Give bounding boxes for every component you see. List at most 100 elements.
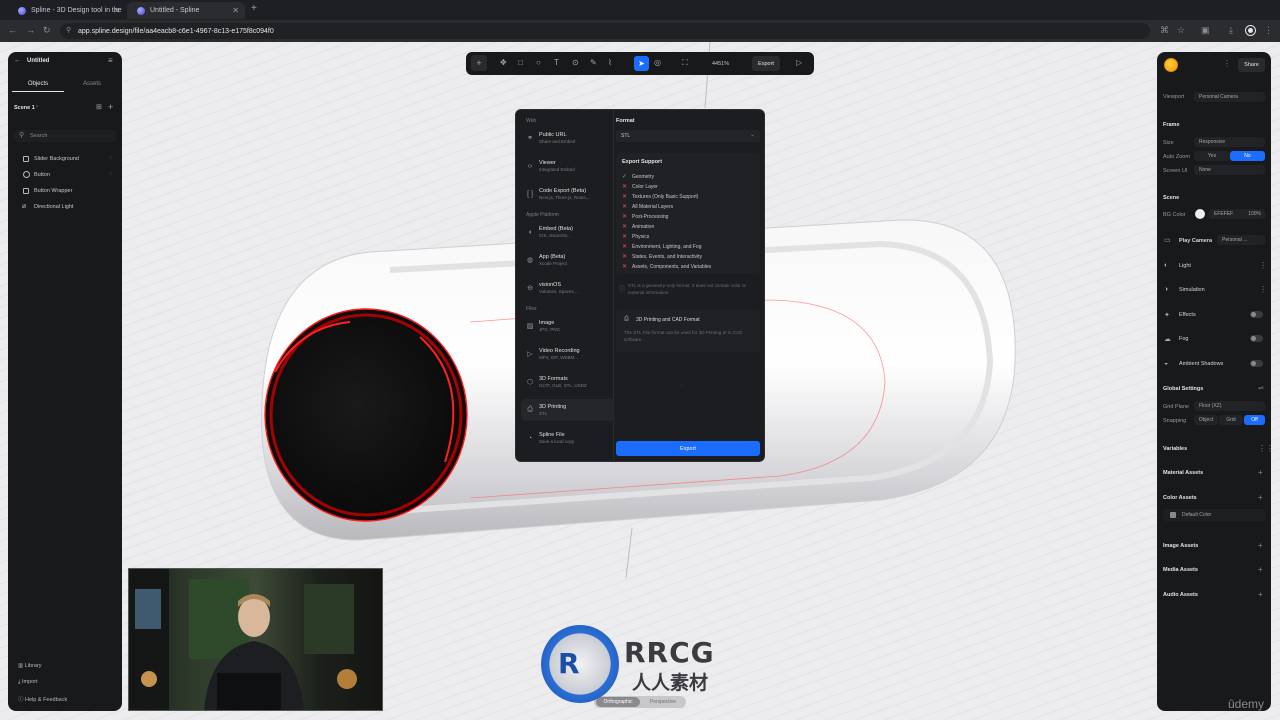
section-material-assets[interactable]: Material Assets [1163,470,1203,476]
export-option-image[interactable]: ▨ Image JPG, PNG [521,315,614,337]
toggle-fog[interactable] [1250,335,1263,342]
object-row-button[interactable]: Button ◌ [20,170,116,180]
share-button[interactable]: Share [1238,58,1265,72]
section-image-assets[interactable]: Image Assets [1163,543,1198,549]
size-select[interactable]: Responsive [1194,137,1265,147]
add-icon[interactable]: + [1258,590,1263,599]
back-arrow-icon[interactable]: ← [14,57,21,64]
bg-color-swatch[interactable] [1195,209,1205,219]
play-icon[interactable]: ▷ [796,58,802,67]
download-icon[interactable]: ⤓ [1229,25,1233,36]
bookmark-star-icon[interactable]: ☆ [1177,25,1185,36]
more-options-icon[interactable]: ⋮ [1223,59,1231,68]
select-tool-icon[interactable]: ➤ [634,56,649,71]
url-input[interactable]: ⚲ app.spline.design/file/aa4eacb8-c6e1-4… [60,23,1150,39]
scene-row-fog[interactable]: Fog [1179,336,1188,342]
export-option-3d-printing[interactable]: ⎙ 3D Printing STL [521,399,614,421]
add-icon[interactable]: + [1258,565,1263,574]
menu-icon[interactable]: ≡ [108,56,113,65]
user-avatar[interactable] [1164,58,1178,72]
default-color-item[interactable]: Default Color [1163,509,1265,521]
import-link[interactable]: ⤓ Import [18,679,38,686]
text-tool-icon[interactable]: T [554,58,559,67]
comment-tool-icon[interactable]: ◎ [654,58,661,67]
help-link[interactable]: ⓘ Help & Feedback [18,695,67,703]
grid-plane-select[interactable]: Floor (XZ) [1194,401,1265,411]
scene-selector[interactable]: Scene 1 [14,105,35,111]
pen-tool-icon[interactable]: ✎ [590,58,597,67]
zoom-level[interactable]: 4451% [712,61,729,67]
file-title[interactable]: Untitled [27,58,49,64]
section-media-assets[interactable]: Media Assets [1163,567,1198,573]
library-link[interactable]: ▥ Library [18,663,42,669]
extensions-icon[interactable]: ▣ [1201,25,1210,36]
profile-avatar[interactable] [1245,25,1256,36]
button-disc[interactable] [264,308,468,522]
scene-row-ambient-shadows[interactable]: Ambient Shadows [1179,361,1223,367]
reload-icon[interactable]: ↻ [43,25,51,36]
new-tab-icon[interactable]: + [251,3,257,14]
search-input[interactable]: ⚲ Search [14,130,116,142]
screen-ui-select[interactable]: None [1194,165,1265,175]
export-option-video[interactable]: ▷ Video Recording MP4, GIF, WEBM... [521,343,614,365]
browser-tab-untitled[interactable]: Untitled - Spline ✕ [127,2,245,19]
site-info-icon[interactable]: ⚲ [66,26,71,34]
close-tab-icon[interactable]: ✕ [232,6,239,15]
tab-assets[interactable]: Assets [66,76,118,92]
scene-row-effects[interactable]: Effects [1179,312,1196,318]
export-option-public-url[interactable]: ⚭ Public URL Share and Embed [521,127,614,149]
visibility-icon[interactable]: ◌ [109,171,113,177]
section-variables[interactable]: Variables [1163,446,1187,452]
back-icon[interactable]: ← [8,25,17,35]
section-color-assets[interactable]: Color Assets [1163,495,1197,501]
grid-view-icon[interactable]: ⊞ [96,103,102,111]
export-confirm-button[interactable]: Export [616,441,760,456]
viewport-select[interactable]: Personal Camera [1194,92,1265,102]
shape-tool-icon[interactable]: ⌇ [608,58,612,67]
toggle-effects[interactable] [1250,311,1263,318]
component-tool-icon[interactable]: ⊙ [572,58,579,67]
expand-icon[interactable]: ⋮ [1259,285,1267,294]
section-audio-assets[interactable]: Audio Assets [1163,592,1198,598]
export-option-embed[interactable]: ◖ Embed (Beta) iOS, visionOS... [521,221,614,243]
snapping-off[interactable]: Off [1244,415,1265,425]
toggle-ambient-shadows[interactable] [1250,360,1263,367]
add-icon[interactable]: + [1258,541,1263,550]
add-scene-icon[interactable]: + [108,102,113,112]
format-select[interactable]: STL ⌄ [616,130,760,142]
export-option-app[interactable]: ◍ App (Beta) Xcode Project [521,249,614,271]
autozoom-yes[interactable]: Yes [1194,151,1230,161]
export-option-viewer[interactable]: ‹› Viewer Integrated Embed [521,155,614,177]
forward-icon[interactable]: → [26,25,35,35]
object-row-slider-background[interactable]: Slider Background ◌ [20,154,116,164]
settings-sliders-icon[interactable]: ⇌ [1258,384,1264,392]
perspective-toggle[interactable]: Perspective [641,697,685,707]
browser-menu-icon[interactable]: ⋮ [1264,25,1273,36]
export-option-code-export[interactable]: [ ] Code Export (Beta) Next.js, Three.js,… [521,183,614,205]
rectangle-tool-icon[interactable]: □ [518,58,523,67]
scene-row-simulation[interactable]: Simulation [1179,287,1205,293]
autozoom-no[interactable]: No [1230,151,1265,161]
export-option-3d-formats[interactable]: ⬡ 3D Formats GLTF, GLB, STL, USDZ [521,371,614,393]
tab-objects[interactable]: Objects [12,76,64,92]
export-button[interactable]: Export [752,56,780,71]
scene-row-light[interactable]: Light [1179,263,1191,269]
fullscreen-icon[interactable]: ⛶ [682,58,688,68]
export-option-visionos[interactable]: ⊖ visionOS Volumes, Spaces,... [521,277,614,299]
translate-icon[interactable]: ⌘ [1160,25,1169,36]
snapping-grid[interactable]: Grid [1219,415,1243,425]
add-icon[interactable]: ⋮⋮ [1258,444,1274,453]
close-tab-icon[interactable]: ✕ [113,6,120,15]
object-row-directional-light[interactable]: ⌀ Directional Light [20,202,116,212]
snapping-object[interactable]: Object [1194,415,1218,425]
visibility-icon[interactable]: ◌ [109,155,113,161]
add-icon[interactable]: + [1258,493,1263,502]
move-tool-icon[interactable]: ✥ [500,58,507,67]
add-icon[interactable]: + [1258,468,1263,477]
bg-color-input[interactable]: EFEFEF 100% [1209,209,1265,219]
object-row-button-wrapper[interactable]: Button Wrapper [20,186,116,196]
play-camera-select[interactable]: Personal ... [1217,235,1265,245]
browser-tab-spline-home[interactable]: Spline - 3D Design tool in the ✕ [8,2,126,19]
expand-icon[interactable]: ⋮ [1259,261,1267,270]
ellipse-tool-icon[interactable]: ○ [536,58,541,67]
